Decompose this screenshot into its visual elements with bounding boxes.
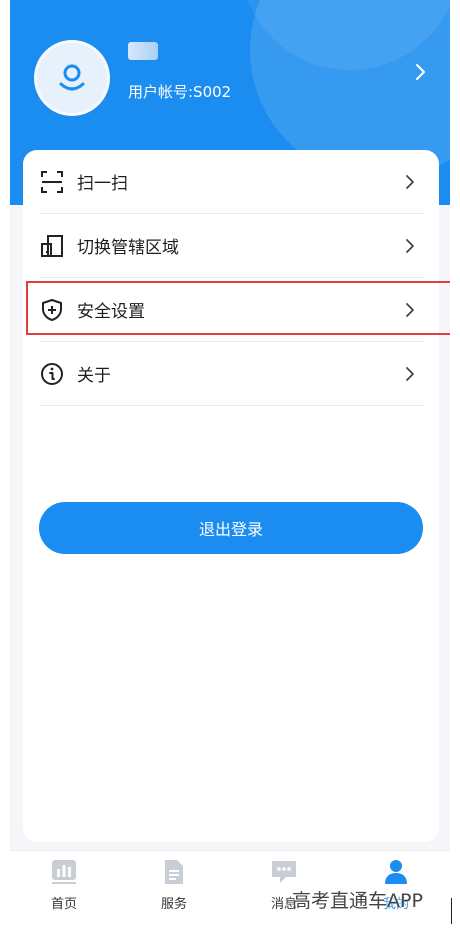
menu-item-switch-area[interactable]: 切换管辖区域 xyxy=(39,214,423,278)
person-icon xyxy=(384,857,408,887)
chevron-right-icon[interactable] xyxy=(414,62,428,82)
switch-area-icon xyxy=(39,233,65,259)
logout-button[interactable]: 退出登录 xyxy=(39,502,423,554)
tab-home[interactable]: 首页 xyxy=(24,857,104,917)
menu-item-about[interactable]: 关于 xyxy=(39,342,423,406)
username-blurred xyxy=(128,42,158,60)
chevron-right-icon xyxy=(403,237,417,255)
tab-label: 首页 xyxy=(50,897,77,912)
menu-card: 扫一扫 切换管辖区域 安全设置 关于 xyxy=(23,150,439,842)
account-number: 用户帐号:S002 xyxy=(128,83,232,101)
chevron-right-icon xyxy=(403,173,417,191)
tab-label: 服务 xyxy=(160,897,187,912)
menu-item-label: 关于 xyxy=(77,366,111,386)
watermark-text: 高考直通车APP xyxy=(292,890,423,912)
chat-icon xyxy=(271,857,297,887)
avatar[interactable] xyxy=(34,40,110,116)
tab-services[interactable]: 服务 xyxy=(134,857,214,917)
app-screen: 用户帐号:S002 扫一扫 切换管辖区域 安全设置 关于 退出登录 首页 服务 … xyxy=(10,0,450,928)
document-icon xyxy=(163,857,185,887)
info-icon xyxy=(39,361,65,387)
avatar-icon xyxy=(59,64,85,91)
text-cursor xyxy=(451,898,452,924)
menu-item-label: 扫一扫 xyxy=(77,174,128,194)
scan-icon xyxy=(39,169,65,195)
chevron-right-icon xyxy=(403,365,417,383)
chart-icon xyxy=(51,857,77,887)
menu-item-label: 切换管辖区域 xyxy=(77,238,179,258)
menu-item-scan[interactable]: 扫一扫 xyxy=(39,150,423,214)
highlight-box xyxy=(26,281,450,335)
